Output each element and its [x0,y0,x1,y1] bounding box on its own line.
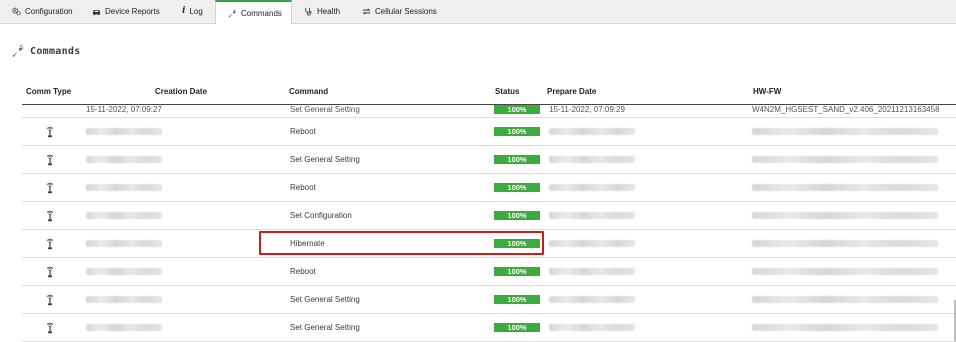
info-icon: i [182,6,186,16]
creation-date-cell [86,174,162,201]
hw-fw-cell [752,118,938,145]
table-header: Comm Type Creation Date Command Status P… [0,80,956,104]
column-header-command[interactable]: Command [289,87,328,96]
tab-commands-label: Commands [241,8,282,18]
prepare-date-cell [549,174,635,201]
command-cell: Set General Setting [290,295,360,304]
status-progress-bar: 100% [494,105,540,114]
status-progress-bar: 100% [494,211,540,220]
creation-date-cell [86,314,162,341]
creation-date-cell: 15-11-2022, 07:09:27 [86,105,162,114]
hw-fw-cell [752,230,938,257]
table-row[interactable]: Reboot 100% [22,174,956,202]
wrench-icon [11,44,25,58]
creation-date-cell [86,202,162,229]
command-cell: Reboot [290,183,316,192]
antenna-icon [46,286,54,313]
tab-cellular-sessions[interactable]: Cellular Sessions [350,0,450,23]
creation-date-cell [86,230,162,257]
column-header-comm-type[interactable]: Comm Type [26,87,71,96]
command-cell: Set General Setting [290,323,360,332]
highlight-annotation-box [259,231,544,255]
hw-fw-cell [752,258,938,285]
status-cell: 100% [494,118,540,145]
command-cell: Set Configuration [290,211,352,220]
column-header-status[interactable]: Status [495,87,519,96]
command-cell: Set General Setting [290,155,360,164]
prepare-date-cell [549,118,635,145]
antenna-icon [46,118,54,145]
column-header-hw-fw[interactable]: HW-FW [753,87,781,96]
status-cell: 100% [494,174,540,201]
antenna-icon [46,174,54,201]
table-row[interactable]: Set General Setting 100% [22,286,956,314]
tab-health[interactable]: Health [292,0,350,23]
page-title: Commands [30,45,81,57]
stethoscope-icon [304,7,313,16]
tab-log[interactable]: i Log [170,0,215,23]
status-progress-bar: 100% [494,295,540,304]
hw-fw-cell [752,146,938,173]
car-icon [92,7,101,16]
status-progress-bar: 100% [494,155,540,164]
table-row[interactable]: Set General Setting 100% [22,146,956,174]
creation-date-cell [86,118,162,145]
status-cell: 100% [494,258,540,285]
tab-health-label: Health [317,7,341,16]
tab-device-reports[interactable]: Device Reports [80,0,170,23]
gears-icon [12,7,21,16]
status-cell: 100% [494,202,540,229]
table-row[interactable]: Reboot 100% [22,258,956,286]
antenna-icon [46,146,54,173]
tab-configuration[interactable]: Configuration [0,0,80,23]
prepare-date-cell: 15-11-2022, 07:09:29 [549,105,625,114]
wrench-icon [228,9,237,18]
commands-table-body: 15-11-2022, 07:09:27 Set General Setting… [22,105,956,342]
prepare-date-cell [549,202,635,229]
creation-date-cell [86,258,162,285]
status-cell: 100% [494,314,540,341]
status-progress-bar: 100% [494,323,540,332]
section-heading: Commands [11,44,81,58]
hw-fw-cell [752,174,938,201]
column-header-prepare-date[interactable]: Prepare Date [547,87,596,96]
antenna-icon [46,202,54,229]
command-cell: Set General Setting [290,105,360,114]
status-cell: 100% [494,146,540,173]
table-row[interactable]: Reboot 100% [22,118,956,146]
creation-date-cell [86,146,162,173]
table-row[interactable]: Set Configuration 100% [22,202,956,230]
tab-commands[interactable]: Commands [215,0,292,24]
status-cell: 100% [494,286,540,313]
prepare-date-cell [549,258,635,285]
tab-configuration-label: Configuration [25,7,73,16]
hw-fw-cell [752,202,938,229]
table-row[interactable]: 15-11-2022, 07:09:27 Set General Setting… [22,105,956,118]
tab-bar: Configuration Device Reports i Log Comma… [0,0,956,24]
table-row[interactable]: Set General Setting 100% [22,314,956,342]
tab-cellular-sessions-label: Cellular Sessions [375,7,437,16]
antenna-icon [46,314,54,341]
prepare-date-cell [549,146,635,173]
hw-fw-cell [752,286,938,313]
prepare-date-cell [549,314,635,341]
prepare-date-cell [549,230,635,257]
hw-fw-cell: W4N2M_HGSEST_SAND_v2.406_20211213163458 [752,105,940,114]
command-cell: Reboot [290,267,316,276]
status-progress-bar: 100% [494,183,540,192]
status-cell: 100% [494,105,540,117]
hw-fw-cell [752,314,938,341]
tab-log-label: Log [189,7,203,16]
antenna-icon [46,230,54,257]
command-cell: Reboot [290,127,316,136]
status-progress-bar: 100% [494,127,540,136]
prepare-date-cell [549,286,635,313]
column-header-creation-date[interactable]: Creation Date [155,87,207,96]
status-progress-bar: 100% [494,267,540,276]
exchange-icon [362,7,371,16]
tab-device-reports-label: Device Reports [105,7,160,16]
creation-date-cell [86,286,162,313]
antenna-icon [46,258,54,285]
